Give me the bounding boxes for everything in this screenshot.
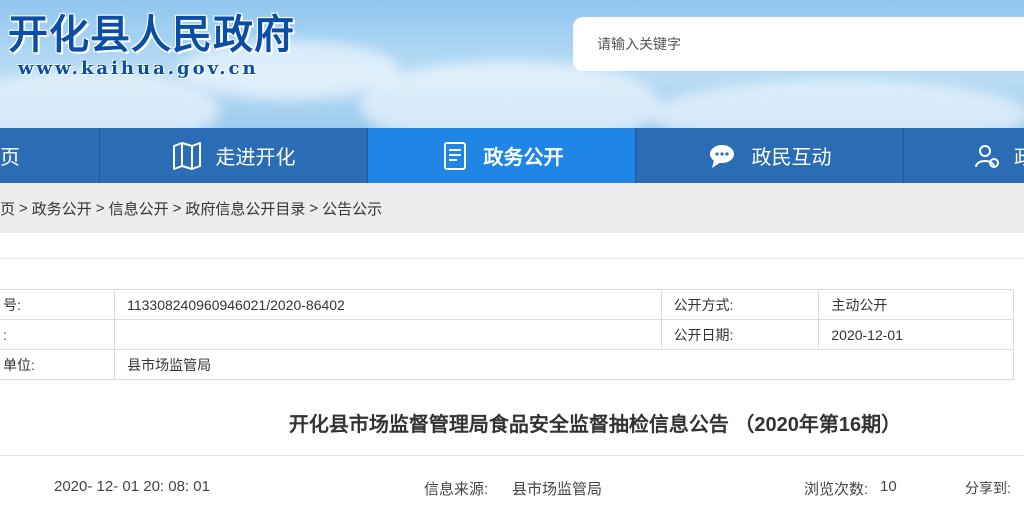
nav-item-label: 政 — [1014, 141, 1024, 170]
breadcrumb-item-announcements[interactable]: 公告公示 — [322, 198, 382, 219]
nav-item-label: 政务公开 — [483, 147, 564, 169]
site-title[interactable]: 开化县人民政府 — [8, 2, 295, 60]
breadcrumb-item-gov-affairs[interactable]: 政务公开 — [32, 198, 92, 219]
disclosure-method-value: 主动公开 — [818, 289, 1014, 320]
article-title: 开化县市场监督管理局食品安全监督抽检信息公告 （2020年第16期） — [288, 414, 902, 436]
breadcrumb-separator: > — [95, 199, 105, 217]
issuing-unit-label: 单位: — [0, 349, 116, 380]
views-label: 浏览次数: — [804, 481, 869, 498]
nav-item-label: 走进开化 — [215, 147, 296, 169]
main-nav: 页 走进开化 政务公开 政民互动 政 — [0, 128, 1024, 183]
table-row: 号: 113308240960946021/2020-86402 公开方式: 主… — [0, 289, 1014, 320]
breadcrumb-separator: > — [172, 199, 182, 217]
disclosure-method-label: 公开方式: — [660, 289, 820, 320]
map-icon — [172, 141, 202, 171]
issuing-unit-value: 县市场监管局 — [114, 349, 1014, 380]
views-count: 10 — [880, 478, 897, 495]
breadcrumb-item-home[interactable]: 页 — [0, 198, 15, 219]
source-label: 信息来源: — [424, 481, 489, 498]
publish-datetime: 2020- 12- 01 20: 08: 01 — [54, 478, 210, 495]
breadcrumb: 页 > 政务公开 > 信息公开 > 政府信息公开目录 > 公告公示 — [0, 183, 1024, 233]
breadcrumb-item-catalog[interactable]: 政府信息公开目录 — [185, 198, 305, 219]
index-number-value: 113308240960946021/2020-86402 — [114, 289, 662, 320]
document-icon — [440, 141, 470, 171]
divider — [0, 455, 1024, 456]
nav-item-home[interactable]: 页 — [0, 128, 100, 183]
user-service-icon — [972, 141, 1002, 171]
breadcrumb-separator: > — [19, 199, 28, 217]
nav-item-label: 政民互动 — [751, 147, 832, 169]
breadcrumb-separator: > — [309, 199, 319, 217]
site-url: www.kaihua.gov.cn — [18, 58, 259, 79]
share-label: 分享到: — [965, 480, 1011, 496]
table-row: 单位: 县市场监管局 — [0, 349, 1014, 380]
nav-item-about-kaihua[interactable]: 走进开化 — [100, 128, 368, 183]
category-label: : — [0, 319, 116, 350]
chat-icon — [708, 141, 738, 171]
cloud-decoration — [650, 80, 1024, 128]
nav-item-label: 页 — [0, 147, 20, 169]
source-value: 县市场监管局 — [512, 481, 603, 498]
breadcrumb-item-info-disclosure[interactable]: 信息公开 — [109, 198, 169, 219]
index-number-label: 号: — [0, 289, 116, 320]
disclosure-date-value: 2020-12-01 — [818, 319, 1014, 350]
nav-item-gov-affairs[interactable]: 政务公开 — [368, 128, 636, 183]
site-header: 开化县人民政府 www.kaihua.gov.cn — [0, 0, 1024, 128]
nav-item-interaction[interactable]: 政民互动 — [636, 128, 904, 183]
search-input[interactable] — [597, 17, 997, 71]
search-box — [573, 17, 1024, 71]
nav-item-services[interactable]: 政 — [904, 128, 1024, 183]
category-value — [114, 319, 662, 350]
divider — [0, 258, 1024, 259]
disclosure-date-label: 公开日期: — [660, 319, 820, 350]
info-table: 号: 113308240960946021/2020-86402 公开方式: 主… — [0, 289, 1014, 380]
table-row: : 公开日期: 2020-12-01 — [0, 319, 1014, 350]
